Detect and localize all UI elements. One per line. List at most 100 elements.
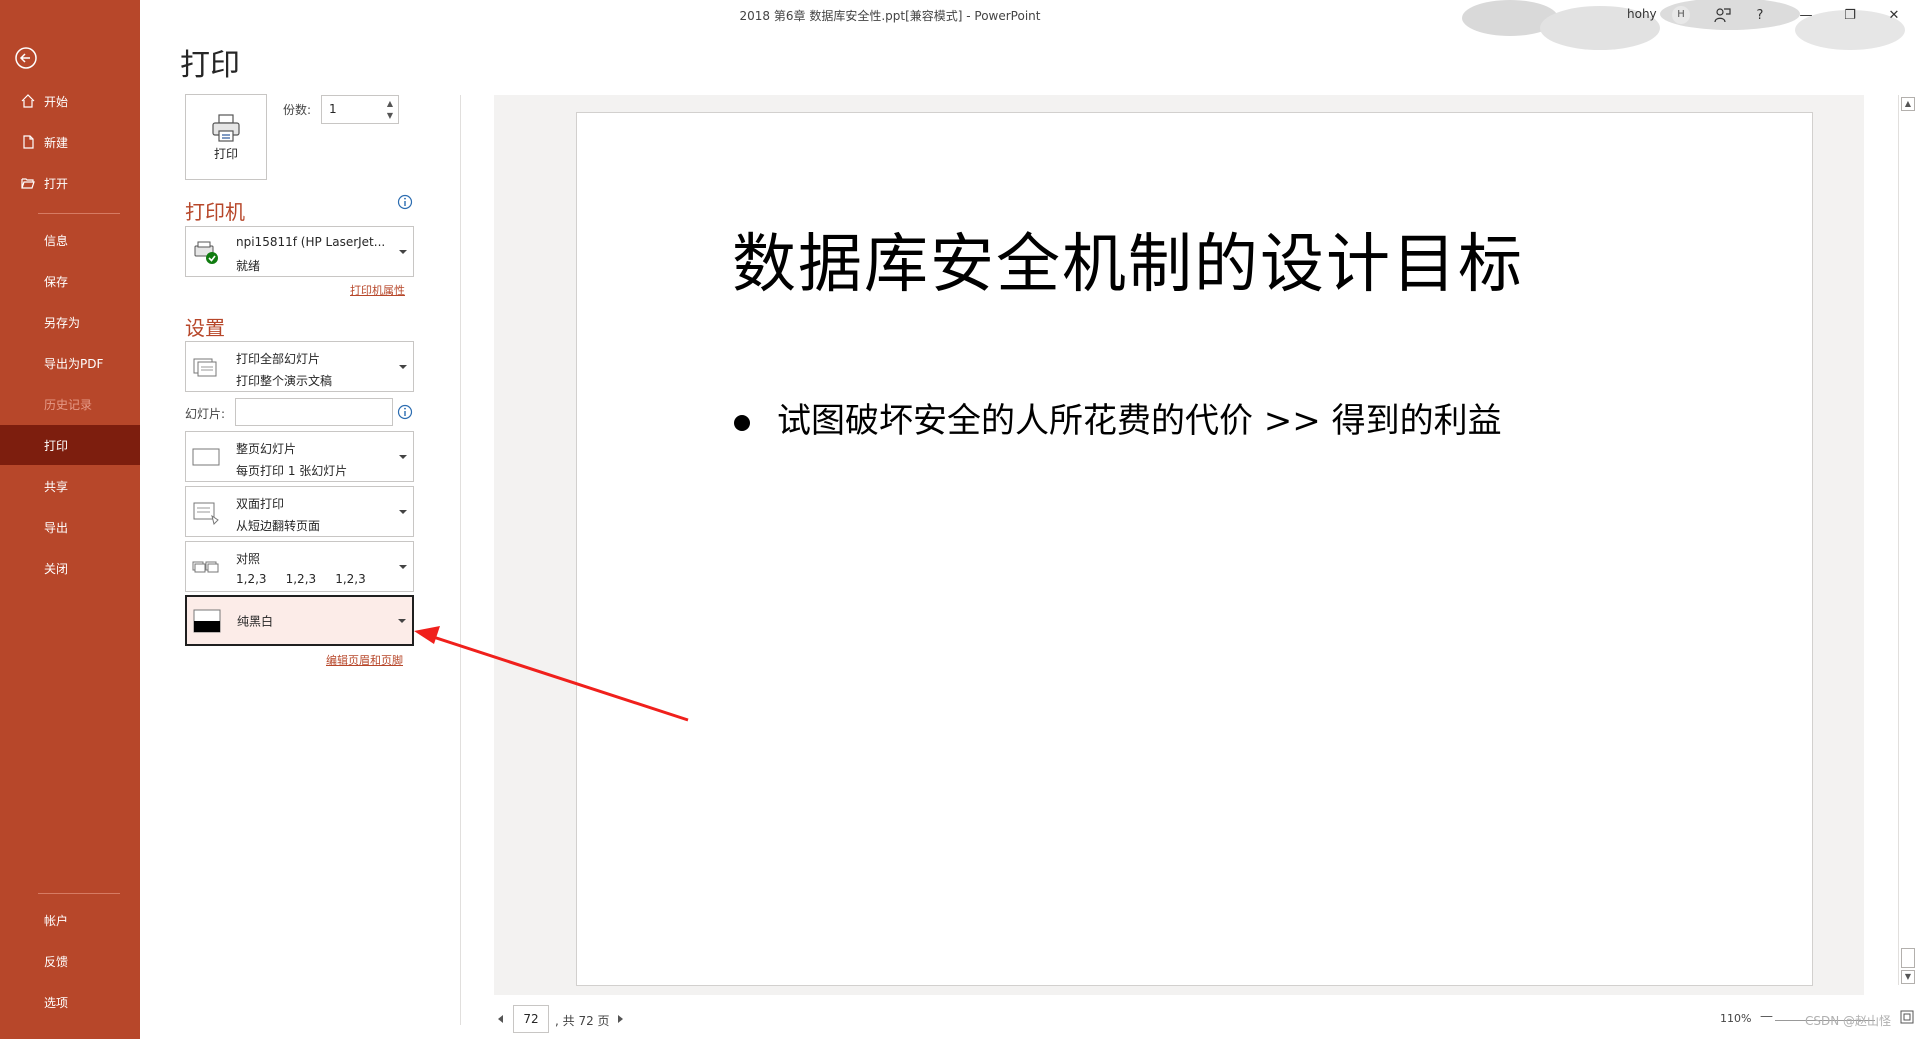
- settings-section-heading: 设置: [185, 316, 225, 340]
- scroll-up-icon[interactable]: ▲: [1901, 97, 1915, 111]
- copies-stepper[interactable]: 1 ▲ ▼: [321, 95, 399, 124]
- print-button-label: 打印: [213, 146, 238, 161]
- duplex-print-icon: [193, 502, 219, 525]
- chevron-down-icon[interactable]: ▼: [384, 110, 396, 122]
- feedback-button[interactable]: [1702, 2, 1742, 28]
- sidebar-item-label: 打开: [44, 176, 69, 191]
- sidebar-item-label: 新建: [44, 135, 69, 150]
- feedback-person-icon: [1714, 8, 1731, 23]
- slides-range-input[interactable]: [235, 398, 393, 426]
- sidebar-item-feedback[interactable]: 反馈: [0, 941, 140, 981]
- avatar[interactable]: H: [1672, 6, 1690, 24]
- scroll-down-icon[interactable]: ▼: [1901, 970, 1915, 984]
- panel-divider: [460, 95, 461, 1025]
- full-page-slide-icon: [192, 448, 220, 465]
- scroll-thumb[interactable]: [1901, 948, 1915, 968]
- new-file-icon: [23, 135, 34, 149]
- sidebar-item-history: 历史记录: [0, 384, 140, 424]
- info-icon[interactable]: [397, 404, 413, 420]
- sidebar-item-label: 开始: [44, 94, 69, 109]
- sidebar-item-info[interactable]: 信息: [0, 220, 140, 260]
- print-range-description: 打印整个演示文稿: [236, 374, 333, 388]
- sidebar-item-new[interactable]: 新建: [0, 122, 140, 162]
- layout-dropdown[interactable]: 整页幻灯片 每页打印 1 张幻灯片: [185, 431, 414, 482]
- slide-preview: 数据库安全机制的设计目标 试图破坏安全的人所花费的代价 >> 得到的利益: [576, 112, 1813, 986]
- sidebar-item-label: 打印: [44, 438, 69, 453]
- printer-properties-link[interactable]: 打印机属性: [350, 282, 405, 298]
- zoom-to-page-icon[interactable]: [1900, 1010, 1914, 1024]
- duplex-description: 从短边翻转页面: [236, 519, 321, 533]
- chevron-down-icon: [399, 564, 407, 569]
- printer-dropdown[interactable]: npi15811f (HP LaserJet... 就绪: [185, 226, 414, 277]
- chevron-down-icon: [399, 364, 407, 369]
- zoom-out-button[interactable]: —: [1760, 1009, 1773, 1024]
- collate-icon: [192, 561, 219, 572]
- sidebar-item-close[interactable]: 关闭: [0, 548, 140, 588]
- sidebar-item-home[interactable]: 开始: [0, 81, 140, 121]
- restore-button[interactable]: ❐: [1830, 2, 1870, 28]
- sidebar-item-export[interactable]: 导出: [0, 507, 140, 547]
- duplex-value: 双面打印: [236, 497, 285, 511]
- page-total: , 共 72 页: [555, 1014, 610, 1028]
- sidebar-item-export-pdf[interactable]: 导出为PDF: [0, 343, 140, 383]
- sidebar-item-save-as[interactable]: 另存为: [0, 302, 140, 342]
- zoom-level[interactable]: 110%: [1720, 1012, 1751, 1025]
- sidebar-divider: [38, 893, 120, 894]
- sidebar-item-options[interactable]: 选项: [0, 982, 140, 1022]
- chevron-down-icon: [399, 509, 407, 514]
- sidebar-item-label: 信息: [44, 233, 69, 248]
- duplex-dropdown[interactable]: 双面打印 从短边翻转页面: [185, 486, 414, 537]
- sidebar-item-label: 历史记录: [44, 397, 93, 412]
- window-title: 2018 第6章 数据库安全性.ppt[兼容模式] - PowerPoint: [739, 9, 1041, 23]
- printer-icon: [212, 113, 240, 142]
- copies-value: 1: [329, 102, 337, 116]
- user-name[interactable]: hohy: [1627, 7, 1657, 21]
- slide-bullet-text: 试图破坏安全的人所花费的代价 >> 得到的利益: [777, 401, 1502, 441]
- sidebar-item-share[interactable]: 共享: [0, 466, 140, 506]
- sidebar-item-save[interactable]: 保存: [0, 261, 140, 301]
- preview-scrollbar[interactable]: ▲ ▼: [1898, 95, 1916, 985]
- color-value: 纯黑白: [237, 614, 274, 628]
- sidebar-divider: [38, 213, 120, 214]
- close-button[interactable]: ✕: [1874, 2, 1914, 28]
- color-dropdown[interactable]: 纯黑白: [185, 595, 414, 646]
- sidebar-item-label: 关闭: [44, 561, 69, 576]
- open-folder-icon: [21, 178, 35, 189]
- minimize-button[interactable]: —: [1786, 2, 1826, 28]
- print-range-value: 打印全部幻灯片: [236, 352, 321, 366]
- previous-page-icon[interactable]: [498, 1015, 503, 1023]
- edit-header-footer-link[interactable]: 编辑页眉和页脚: [326, 652, 403, 668]
- bullet-icon: [734, 415, 750, 431]
- watermark-text: CSDN @赵山怪: [1805, 1014, 1892, 1028]
- pure-black-white-icon: [193, 609, 221, 632]
- sidebar-item-label: 反馈: [44, 954, 69, 969]
- sidebar-item-label: 共享: [44, 479, 69, 494]
- printer-status: 就绪: [236, 259, 261, 273]
- collate-dropdown[interactable]: 对照 1,2,3 1,2,3 1,2,3: [185, 541, 414, 592]
- printer-ready-icon: [194, 241, 218, 264]
- next-page-icon[interactable]: [618, 1015, 623, 1023]
- sidebar-item-open[interactable]: 打开: [0, 163, 140, 203]
- page-title: 打印: [180, 48, 240, 83]
- sidebar-item-label: 导出: [44, 520, 69, 535]
- printer-name: npi15811f (HP LaserJet...: [236, 235, 386, 249]
- chevron-down-icon: [399, 454, 407, 459]
- layout-value: 整页幻灯片: [236, 442, 297, 456]
- chevron-down-icon: [398, 618, 406, 623]
- info-icon[interactable]: [397, 194, 413, 210]
- collate-description: 1,2,3 1,2,3 1,2,3: [236, 572, 366, 586]
- home-icon: [21, 94, 35, 108]
- print-button[interactable]: 打印: [185, 94, 267, 180]
- back-arrow-icon[interactable]: [14, 46, 38, 70]
- print-range-dropdown[interactable]: 打印全部幻灯片 打印整个演示文稿: [185, 341, 414, 392]
- help-button[interactable]: ?: [1740, 2, 1780, 28]
- sidebar-item-print[interactable]: 打印: [0, 425, 140, 465]
- chevron-up-icon[interactable]: ▲: [384, 98, 396, 110]
- sidebar-item-account[interactable]: 帐户: [0, 900, 140, 940]
- slides-label: 幻灯片:: [185, 407, 226, 421]
- collate-value: 对照: [236, 552, 261, 566]
- layout-description: 每页打印 1 张幻灯片: [236, 464, 348, 478]
- slide-title: 数据库安全机制的设计目标: [732, 228, 1524, 302]
- page-number-input[interactable]: 72: [513, 1005, 549, 1033]
- sidebar-item-label: 帐户: [44, 913, 69, 928]
